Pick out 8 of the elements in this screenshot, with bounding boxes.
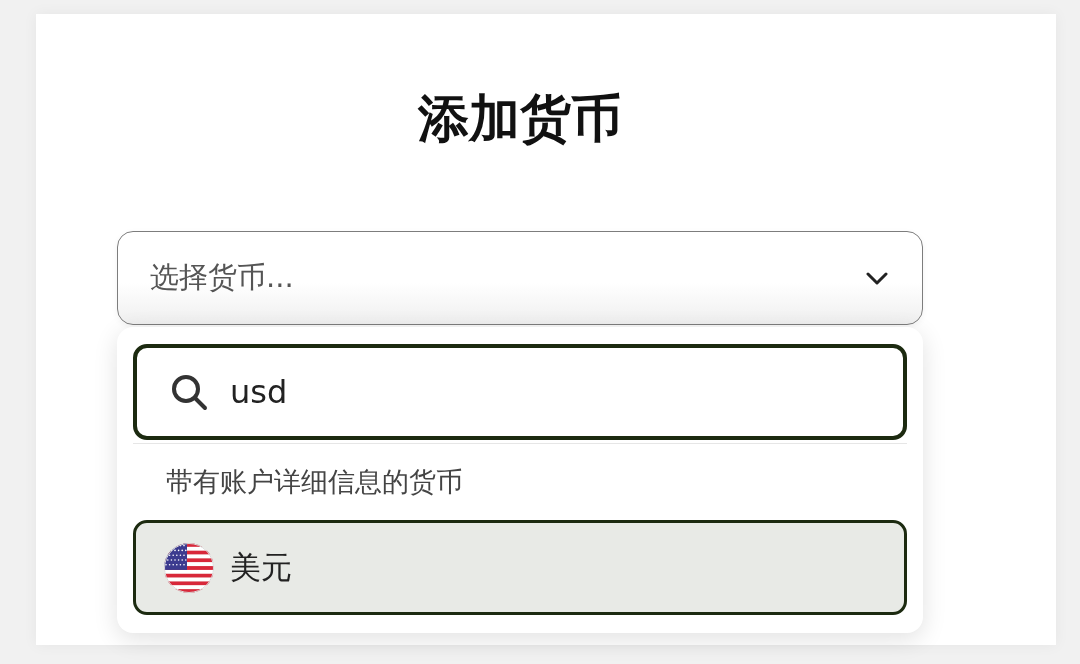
- currency-select[interactable]: 选择货币...: [117, 231, 923, 325]
- dialog-title: 添加货币: [418, 91, 622, 146]
- flag-icon: [164, 542, 214, 593]
- currency-option[interactable]: 美元: [133, 520, 907, 615]
- search-icon: [170, 373, 208, 411]
- chevron-down-icon: [866, 271, 888, 285]
- search-field[interactable]: usd: [133, 344, 907, 440]
- section-label: 带有账户详细信息的货币: [166, 465, 463, 499]
